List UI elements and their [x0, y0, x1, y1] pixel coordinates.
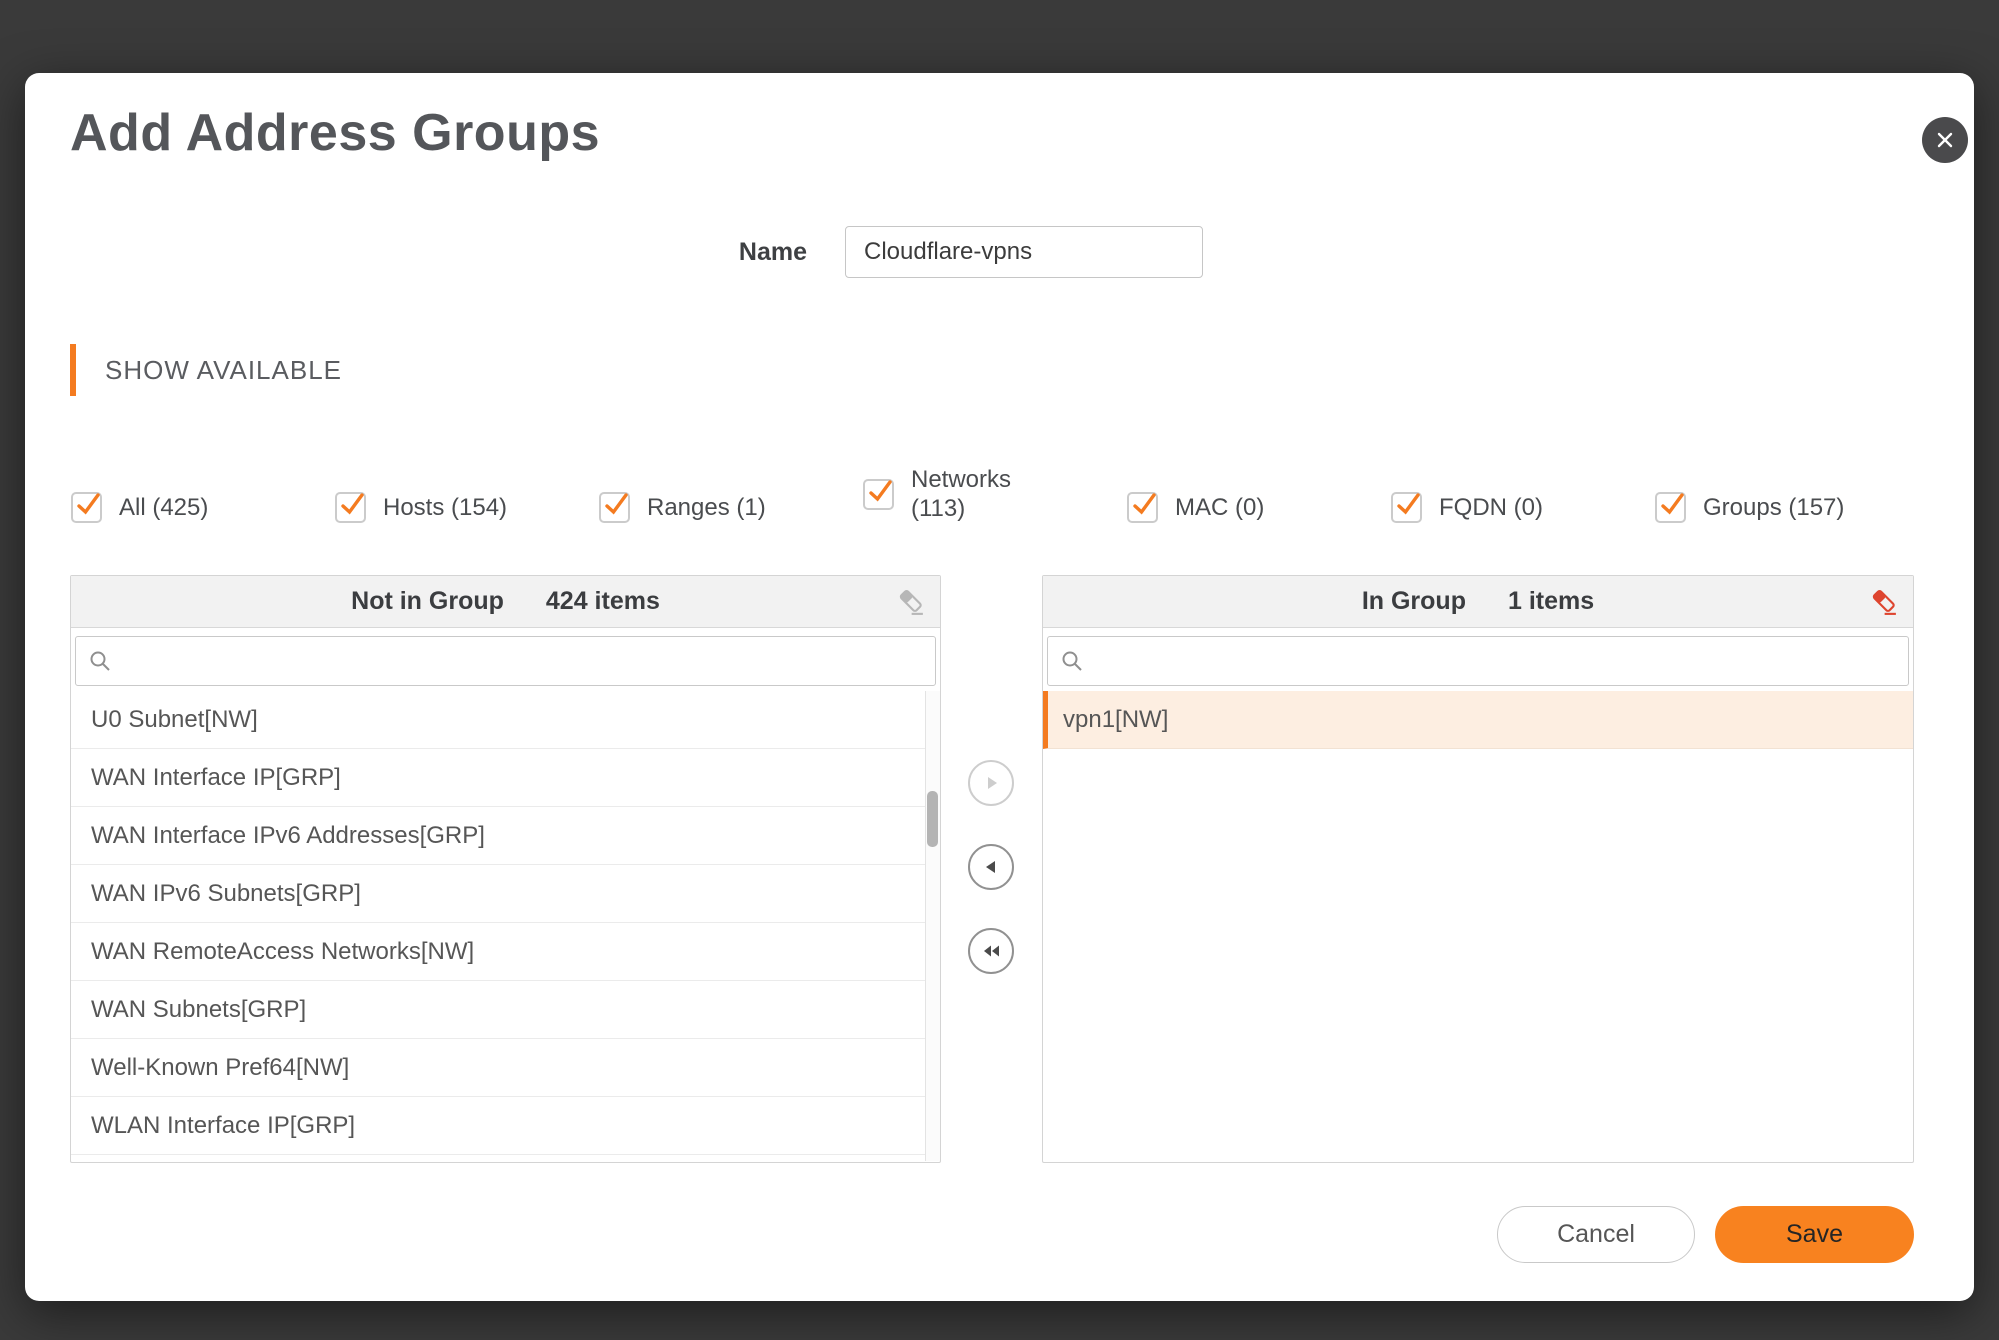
filter-label: Ranges (1) [647, 494, 766, 521]
scrollbar-thumb[interactable] [927, 791, 938, 847]
list-item[interactable]: WAN RemoteAccess Networks[NW] [71, 923, 940, 981]
panel-title: In Group 1 items [1361, 587, 1595, 615]
move-left-icon [986, 861, 995, 873]
checkbox-checked-icon [1391, 492, 1422, 523]
list-item[interactable]: WLAN Interface IP[GRP] [71, 1097, 940, 1155]
show-available-section: SHOW AVAILABLE [70, 344, 342, 396]
filter-label: Hosts (154) [383, 494, 508, 521]
filter-label: All (425) [119, 494, 209, 521]
move-left-button[interactable] [968, 844, 1014, 890]
filter-label: FQDN (0) [1439, 494, 1543, 521]
page-title: Add Address Groups [70, 104, 601, 162]
save-button[interactable]: Save [1715, 1206, 1914, 1263]
filter-label: Groups (157) [1703, 494, 1845, 521]
move-right-icon [988, 777, 997, 789]
left-search-area [71, 628, 940, 691]
filter-ranges[interactable]: Ranges (1) [599, 492, 863, 523]
in-group-panel: In Group 1 items vpn1[NW] [1042, 575, 1914, 1163]
add-address-groups-dialog: Add Address Groups Name SHOW AVAILABLE A… [25, 73, 1974, 1301]
not-in-group-list: U0 Subnet[NW] WAN Interface IP[GRP] WAN … [71, 691, 940, 1161]
checkbox-checked-icon [335, 492, 366, 523]
left-search-input[interactable] [122, 636, 923, 686]
section-accent-bar [70, 344, 76, 396]
in-group-list: vpn1[NW] [1043, 691, 1913, 1161]
clear-right-selection-button[interactable] [1869, 587, 1899, 617]
filter-all[interactable]: All (425) [71, 492, 335, 523]
checkbox-checked-icon [1655, 492, 1686, 523]
scrollbar[interactable] [925, 691, 940, 1161]
modal-overlay: Add Address Groups Name SHOW AVAILABLE A… [0, 0, 1999, 1340]
filter-hosts[interactable]: Hosts (154) [335, 492, 599, 523]
list-item[interactable]: WAN Interface IPv6 Addresses[GRP] [71, 807, 940, 865]
in-group-header: In Group 1 items [1043, 576, 1913, 628]
filter-groups[interactable]: Groups (157) [1655, 492, 1919, 523]
transfer-controls [968, 760, 1014, 974]
clear-left-selection-button[interactable] [896, 587, 926, 617]
list-item[interactable]: WAN Subnets[GRP] [71, 981, 940, 1039]
panel-title: Not in Group 424 items [351, 587, 660, 615]
close-icon [1937, 132, 1953, 148]
right-search-area [1043, 628, 1913, 691]
left-searchbox [75, 636, 936, 686]
filter-label: MAC (0) [1175, 494, 1265, 521]
move-all-left-button[interactable] [968, 928, 1014, 974]
item-count: 424 items [545, 587, 660, 615]
move-all-left-icon [984, 945, 999, 957]
filter-row: All (425) Hosts (154) Ranges (1) Network… [71, 465, 1919, 523]
filter-mac[interactable]: MAC (0) [1127, 492, 1391, 523]
filter-fqdn[interactable]: FQDN (0) [1391, 492, 1655, 523]
list-item[interactable]: U0 Subnet[NW] [71, 691, 940, 749]
item-count: 1 items [1507, 587, 1595, 615]
cancel-button[interactable]: Cancel [1497, 1206, 1695, 1263]
checkbox-checked-icon [1127, 492, 1158, 523]
right-search-input[interactable] [1094, 636, 1896, 686]
name-field-row: Name [607, 226, 1203, 278]
checkbox-checked-icon [71, 492, 102, 523]
list-item[interactable]: WAN Interface IP[GRP] [71, 749, 940, 807]
search-icon [1062, 651, 1082, 671]
list-item[interactable]: WAN IPv6 Subnets[GRP] [71, 865, 940, 923]
filter-networks[interactable]: Networks (113) [863, 465, 1127, 523]
move-right-button[interactable] [968, 760, 1014, 806]
list-item[interactable]: Well-Known Pref64[NW] [71, 1039, 940, 1097]
section-title: SHOW AVAILABLE [105, 354, 343, 385]
name-input[interactable] [845, 226, 1203, 278]
checkbox-checked-icon [599, 492, 630, 523]
right-searchbox [1047, 636, 1909, 686]
eraser-icon [899, 589, 923, 615]
close-button[interactable] [1922, 117, 1968, 163]
filter-label: Networks (113) [911, 466, 1012, 522]
checkbox-checked-icon [863, 478, 894, 510]
not-in-group-panel: Not in Group 424 items U0 Subnet[NW] WAN… [70, 575, 941, 1163]
not-in-group-header: Not in Group 424 items [71, 576, 940, 628]
name-label: Name [738, 237, 807, 266]
list-item-selected[interactable]: vpn1[NW] [1043, 691, 1913, 749]
eraser-icon [1872, 589, 1896, 615]
search-icon [90, 651, 110, 671]
